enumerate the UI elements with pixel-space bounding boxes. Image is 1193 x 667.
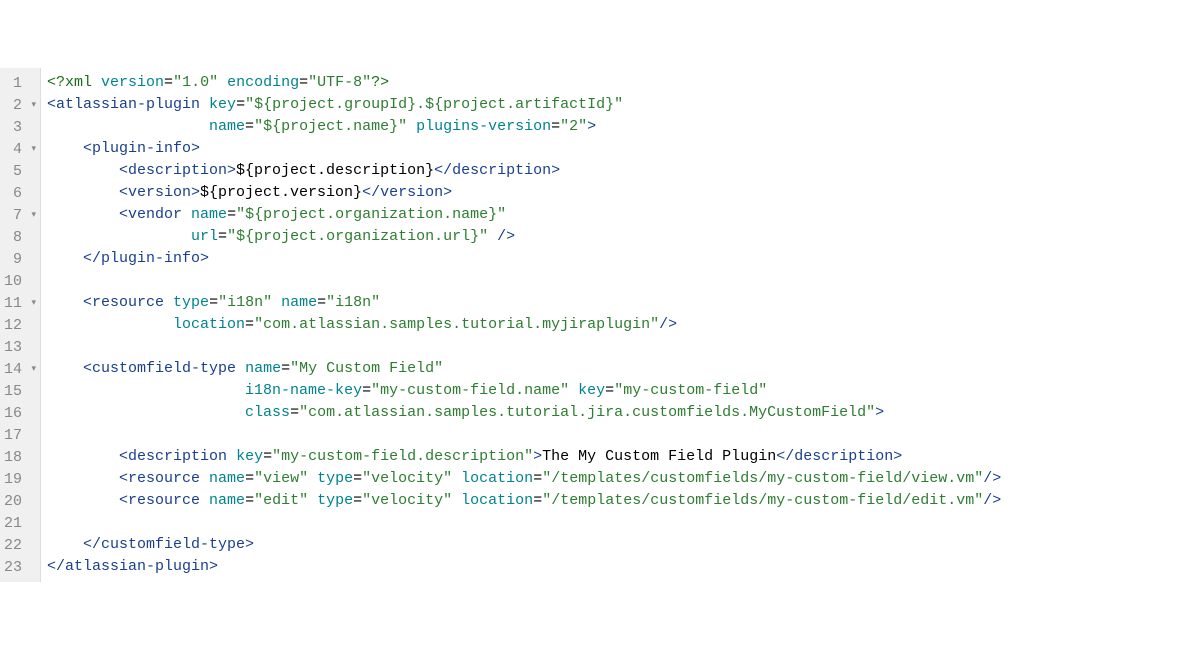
code-line[interactable]: <vendor name="${project.organization.nam… bbox=[47, 204, 1001, 226]
line-number: 3 bbox=[0, 116, 40, 138]
code-line[interactable]: <plugin-info> bbox=[47, 138, 1001, 160]
line-number: 5 bbox=[0, 160, 40, 182]
code-line[interactable]: <resource name="edit" type="velocity" lo… bbox=[47, 490, 1001, 512]
code-line[interactable]: <customfield-type name="My Custom Field" bbox=[47, 358, 1001, 380]
line-number: 18 bbox=[0, 446, 40, 468]
line-number: 21 bbox=[0, 512, 40, 534]
line-number-value: 18 bbox=[0, 449, 22, 466]
code-line[interactable] bbox=[47, 512, 1001, 534]
line-number: 9 bbox=[0, 248, 40, 270]
line-number: 16 bbox=[0, 402, 40, 424]
line-number: 1 bbox=[0, 72, 40, 94]
line-number-value: 11 bbox=[0, 295, 22, 312]
line-number-value: 15 bbox=[0, 383, 22, 400]
code-line[interactable]: </atlassian-plugin> bbox=[47, 556, 1001, 578]
line-number: 12 bbox=[0, 314, 40, 336]
line-number-value: 8 bbox=[0, 229, 22, 246]
code-line[interactable]: </customfield-type> bbox=[47, 534, 1001, 556]
fold-toggle-icon[interactable]: ▾ bbox=[22, 210, 36, 220]
fold-toggle-icon[interactable]: ▾ bbox=[22, 364, 36, 374]
code-line[interactable]: location="com.atlassian.samples.tutorial… bbox=[47, 314, 1001, 336]
code-line[interactable]: <description key="my-custom-field.descri… bbox=[47, 446, 1001, 468]
line-number: 22 bbox=[0, 534, 40, 556]
line-number: 14▾ bbox=[0, 358, 40, 380]
line-number-value: 1 bbox=[0, 75, 22, 92]
fold-toggle-icon[interactable]: ▾ bbox=[22, 144, 36, 154]
line-number-value: 6 bbox=[0, 185, 22, 202]
line-number-value: 10 bbox=[0, 273, 22, 290]
line-number: 23 bbox=[0, 556, 40, 578]
line-number: 19 bbox=[0, 468, 40, 490]
code-line[interactable]: <description>${project.description}</des… bbox=[47, 160, 1001, 182]
line-number-value: 14 bbox=[0, 361, 22, 378]
fold-toggle-icon[interactable]: ▾ bbox=[22, 298, 36, 308]
code-line[interactable]: </plugin-info> bbox=[47, 248, 1001, 270]
line-number-value: 22 bbox=[0, 537, 22, 554]
line-number-value: 17 bbox=[0, 427, 22, 444]
line-number-value: 12 bbox=[0, 317, 22, 334]
line-number: 4▾ bbox=[0, 138, 40, 160]
line-number: 13 bbox=[0, 336, 40, 358]
line-number-value: 19 bbox=[0, 471, 22, 488]
line-number: 8 bbox=[0, 226, 40, 248]
line-number-value: 2 bbox=[0, 97, 22, 114]
line-number-gutter: 12▾34▾567▾891011▾121314▾1516171819202122… bbox=[0, 68, 41, 582]
line-number: 15 bbox=[0, 380, 40, 402]
code-line[interactable] bbox=[47, 336, 1001, 358]
line-number-value: 21 bbox=[0, 515, 22, 532]
code-area[interactable]: <?xml version="1.0" encoding="UTF-8"?><a… bbox=[41, 68, 1007, 582]
line-number-value: 23 bbox=[0, 559, 22, 576]
line-number-value: 7 bbox=[0, 207, 22, 224]
line-number-value: 3 bbox=[0, 119, 22, 136]
line-number: 7▾ bbox=[0, 204, 40, 226]
code-line[interactable]: i18n-name-key="my-custom-field.name" key… bbox=[47, 380, 1001, 402]
line-number-value: 4 bbox=[0, 141, 22, 158]
code-line[interactable]: name="${project.name}" plugins-version="… bbox=[47, 116, 1001, 138]
code-line[interactable]: class="com.atlassian.samples.tutorial.ji… bbox=[47, 402, 1001, 424]
line-number-value: 13 bbox=[0, 339, 22, 356]
code-line[interactable]: <resource type="i18n" name="i18n" bbox=[47, 292, 1001, 314]
line-number: 20 bbox=[0, 490, 40, 512]
line-number: 2▾ bbox=[0, 94, 40, 116]
code-line[interactable] bbox=[47, 424, 1001, 446]
code-line[interactable]: <version>${project.version}</version> bbox=[47, 182, 1001, 204]
code-line[interactable] bbox=[47, 270, 1001, 292]
line-number: 17 bbox=[0, 424, 40, 446]
code-line[interactable]: <resource name="view" type="velocity" lo… bbox=[47, 468, 1001, 490]
line-number-value: 5 bbox=[0, 163, 22, 180]
line-number: 11▾ bbox=[0, 292, 40, 314]
line-number-value: 16 bbox=[0, 405, 22, 422]
code-editor: 12▾34▾567▾891011▾121314▾1516171819202122… bbox=[0, 68, 1193, 582]
code-line[interactable]: url="${project.organization.url}" /> bbox=[47, 226, 1001, 248]
code-line[interactable]: <?xml version="1.0" encoding="UTF-8"?> bbox=[47, 72, 1001, 94]
line-number-value: 9 bbox=[0, 251, 22, 268]
line-number-value: 20 bbox=[0, 493, 22, 510]
fold-toggle-icon[interactable]: ▾ bbox=[22, 100, 36, 110]
line-number: 10 bbox=[0, 270, 40, 292]
line-number: 6 bbox=[0, 182, 40, 204]
code-line[interactable]: <atlassian-plugin key="${project.groupId… bbox=[47, 94, 1001, 116]
